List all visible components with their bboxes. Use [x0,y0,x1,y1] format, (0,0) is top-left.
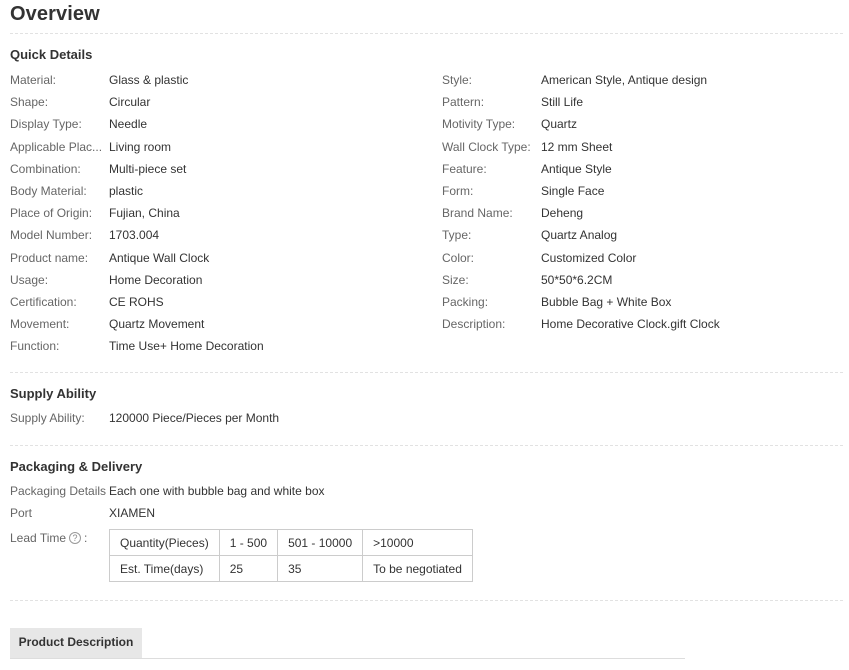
detail-label: Product name: [10,251,89,265]
detail-label: Applicable Plac... [10,140,103,154]
detail-label: Description: [442,317,506,331]
detail-label: Model Number: [10,228,93,242]
detail-label: Display Type: [10,117,82,131]
detail-value: Bubble Bag + White Box [541,295,672,309]
page-title: Overview [10,3,100,25]
table-cell: 35 [277,555,364,582]
detail-value: Antique Style [541,162,612,176]
detail-value: Single Face [541,184,605,198]
packaging-delivery-title: Packaging & Delivery [10,459,143,474]
detail-value: Still Life [541,95,584,109]
detail-label: Body Material: [10,184,87,198]
table-cell: 1 - 500 [218,529,279,556]
detail-value: plastic [109,184,144,198]
detail-value: Customized Color [541,251,637,265]
detail-value: CE ROHS [109,295,164,309]
detail-label: Combination: [10,162,81,176]
packaging-details-label: Packaging Details [10,484,107,498]
detail-label: Style: [442,73,473,87]
detail-value: Antique Wall Clock [109,251,210,265]
detail-label: Function: [10,339,60,353]
detail-value: 1703.004 [109,228,160,242]
supply-ability-label: Supply Ability: [10,411,85,425]
detail-label: Motivity Type: [442,117,516,131]
detail-label: Movement: [10,317,70,331]
detail-label: Certification: [10,295,77,309]
table-cell: 501 - 10000 [277,529,364,556]
detail-value: Deheng [541,206,584,220]
detail-value: Quartz [541,117,578,131]
detail-label: Size: [442,273,469,287]
divider [10,600,843,601]
divider [10,372,843,373]
detail-label: Feature: [442,162,487,176]
detail-label: Color: [442,251,475,265]
detail-value: Quartz Movement [109,317,205,331]
detail-value: Glass & plastic [109,73,189,87]
detail-label: Pattern: [442,95,485,109]
detail-label: Packing: [442,295,489,309]
detail-value: 12 mm Sheet [541,140,613,154]
lead-time-label-group: Lead Time ? : [10,531,88,545]
detail-label: Type: [442,228,472,242]
table-cell: >10000 [362,529,473,556]
supply-ability-title: Supply Ability [10,386,97,401]
table-cell: To be negotiated [362,555,473,582]
detail-label: Brand Name: [442,206,513,220]
detail-label: Form: [442,184,474,198]
detail-value: Multi-piece set [109,162,187,176]
port-value: XIAMEN [109,506,156,520]
detail-value: Quartz Analog [541,228,618,242]
tab-bar: Product Description [10,628,685,659]
table-row: Est. Time(days) 25 35 To be negotiated [109,555,473,582]
detail-value: Home Decorative Clock.gift Clock [541,317,720,331]
divider [10,33,843,34]
divider [10,445,843,446]
detail-value: American Style, Antique design [541,73,708,87]
port-label: Port [10,506,33,520]
detail-value: Needle [109,117,148,131]
detail-value: Home Decoration [109,273,203,287]
help-icon[interactable]: ? [69,532,82,544]
table-cell: 25 [218,555,279,582]
detail-value: Living room [109,140,172,154]
detail-label: Place of Origin: [10,206,93,220]
lead-time-table: Quantity(Pieces) 1 - 500 501 - 10000 >10… [109,529,473,582]
detail-label: Material: [10,73,57,87]
table-cell: Quantity(Pieces) [109,529,220,556]
quick-details-title: Quick Details [10,47,93,62]
packaging-details-value: Each one with bubble bag and white box [109,484,325,498]
lead-time-label: Lead Time [10,531,67,545]
detail-value: Circular [109,95,151,109]
table-row: Quantity(Pieces) 1 - 500 501 - 10000 >10… [109,529,473,556]
supply-ability-value: 120000 Piece/Pieces per Month [109,411,280,425]
detail-value: Fujian, China [109,206,180,220]
detail-label: Wall Clock Type: [442,140,531,154]
tab-product-description[interactable]: Product Description [10,628,142,658]
table-cell: Est. Time(days) [109,555,220,582]
detail-label: Shape: [10,95,49,109]
detail-value: Time Use+ Home Decoration [109,339,264,353]
detail-label: Usage: [10,273,49,287]
detail-value: 50*50*6.2CM [541,273,613,287]
